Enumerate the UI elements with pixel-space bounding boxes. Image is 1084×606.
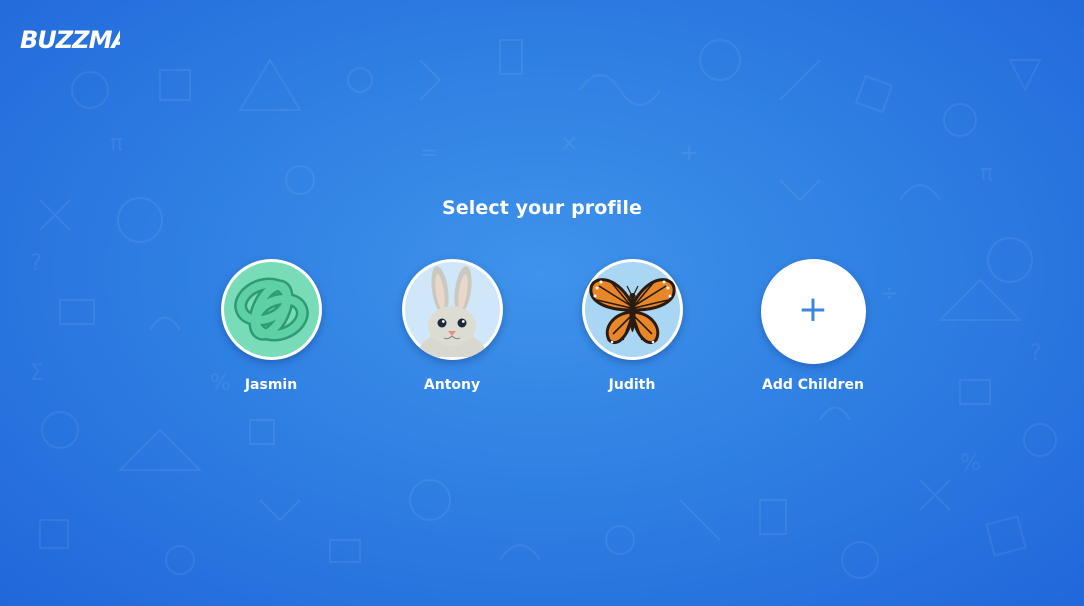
add-children-button[interactable]: + Add Children xyxy=(743,259,883,393)
svg-text:π: π xyxy=(980,161,993,186)
butterfly-avatar xyxy=(584,262,680,357)
svg-text:%: % xyxy=(960,451,981,476)
add-children-circle[interactable]: + xyxy=(760,259,866,364)
avatar[interactable] xyxy=(401,259,503,360)
svg-text:+: + xyxy=(680,141,698,166)
math-pattern-background: π ? % √ π ? ÷ Σ % × = + xyxy=(30,39,1057,579)
avatar[interactable] xyxy=(220,259,322,360)
profile-card-judith[interactable]: Judith xyxy=(562,259,702,393)
svg-text:?: ? xyxy=(30,251,42,276)
svg-text:=: = xyxy=(420,141,438,166)
svg-text:×: × xyxy=(560,131,578,156)
svg-text:?: ? xyxy=(1030,341,1042,366)
profile-name: Antony xyxy=(423,377,481,393)
buzzmath-logo[interactable]: BUZZMATH xyxy=(20,18,120,54)
profile-card-jasmin[interactable]: Jasmin xyxy=(201,259,341,393)
svg-text:Σ: Σ xyxy=(30,361,44,386)
bunny-avatar xyxy=(404,262,500,357)
add-children-label: Add Children xyxy=(762,377,864,393)
avatar[interactable] xyxy=(581,259,683,360)
profile-name: Jasmin xyxy=(244,377,298,393)
profile-name: Judith xyxy=(608,377,656,393)
page-title: Select your profile xyxy=(442,197,642,219)
svg-text:π: π xyxy=(110,131,123,156)
green-knot-avatar xyxy=(223,262,319,357)
profile-card-antony[interactable]: Antony xyxy=(382,259,522,393)
logo-text: BUZZMATH xyxy=(20,26,120,54)
plus-icon: + xyxy=(797,289,829,330)
